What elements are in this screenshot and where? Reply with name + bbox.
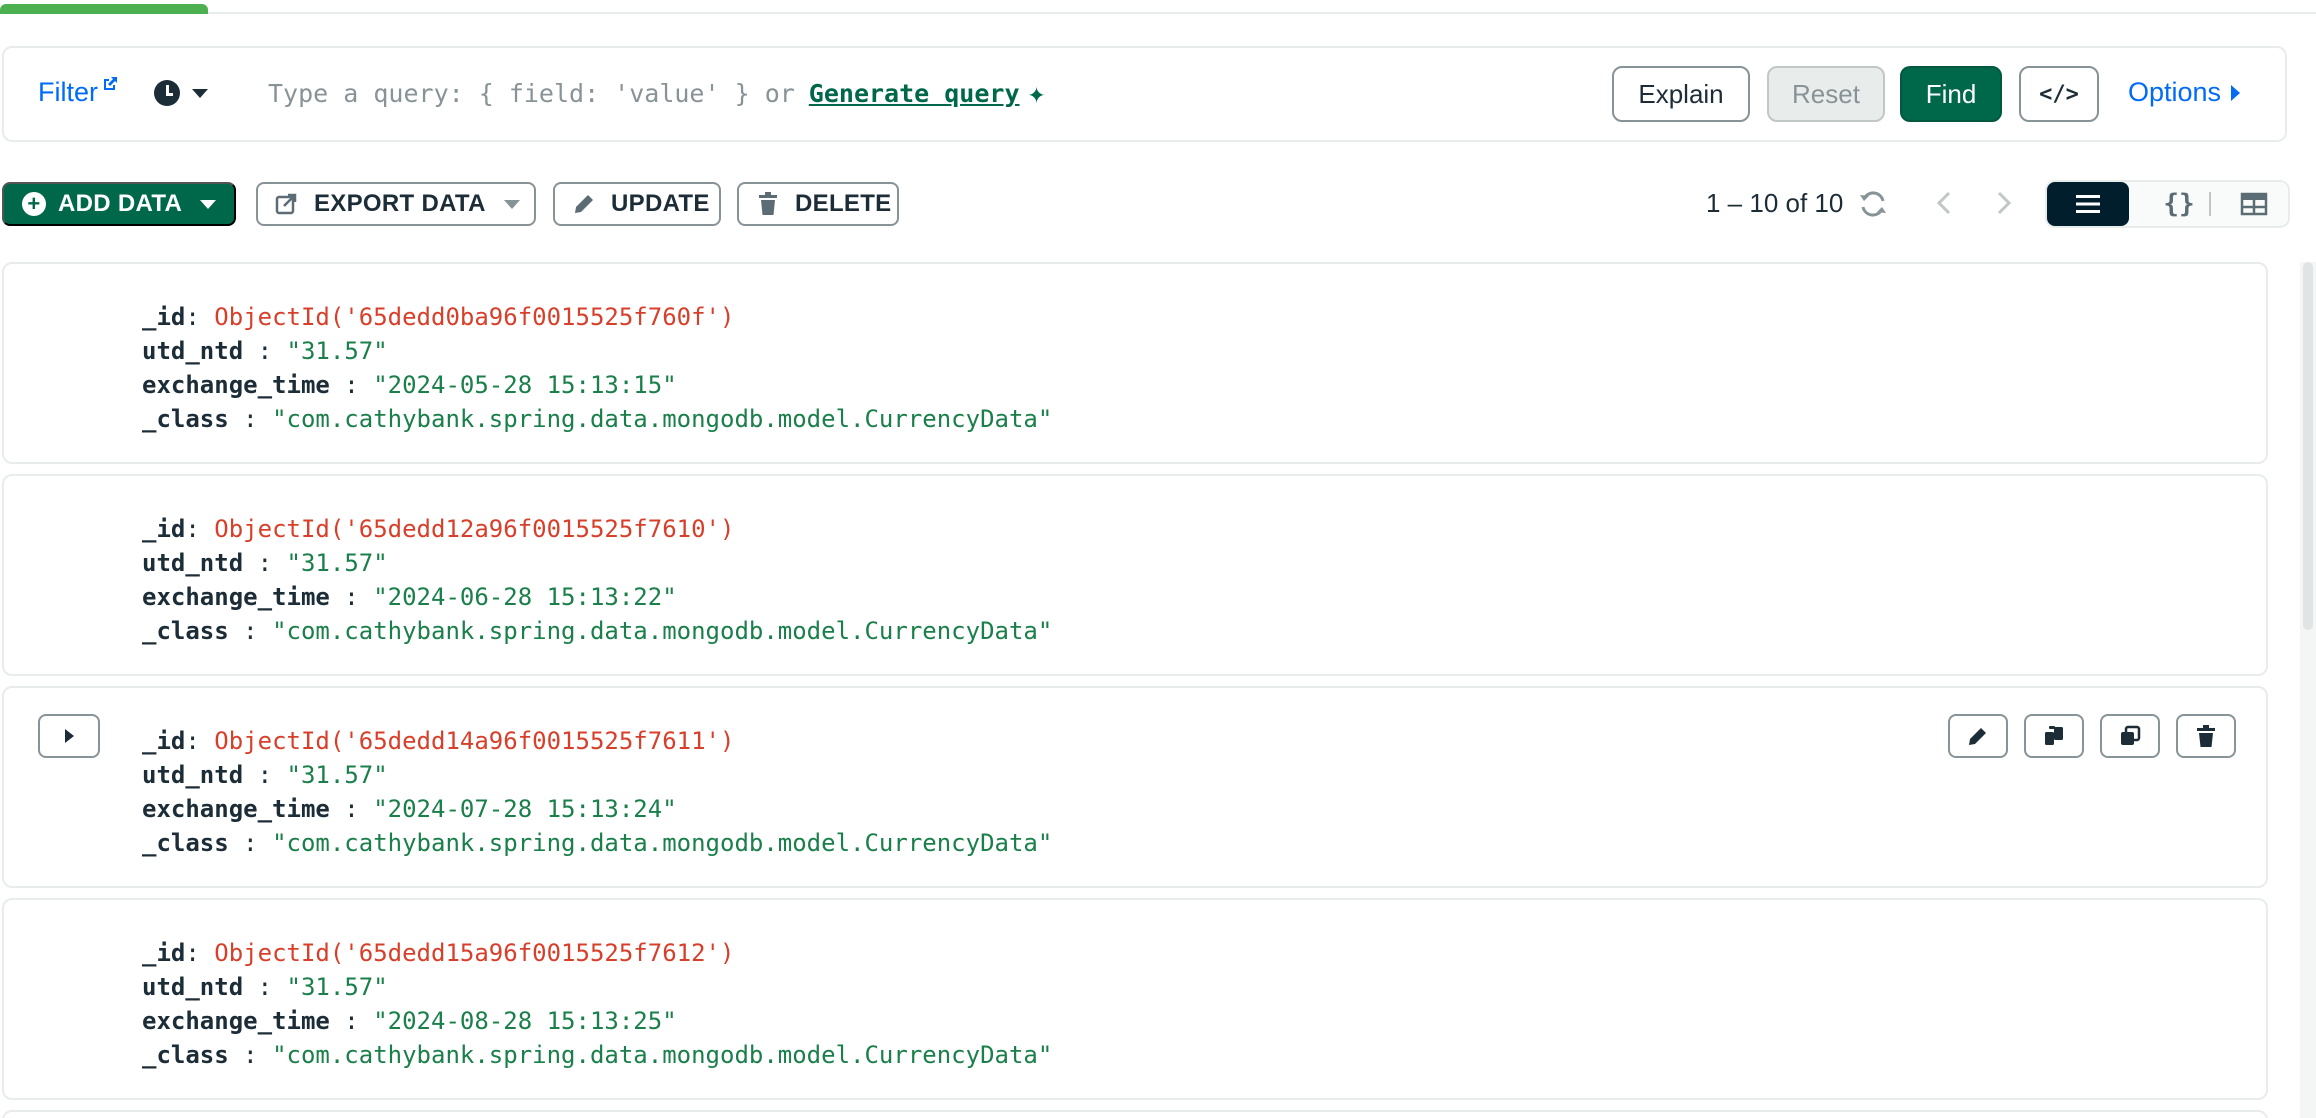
field-id: _id: ObjectId('65dedd14a96f0015525f7611'…: [142, 727, 735, 755]
trash-icon: [759, 192, 777, 215]
delete-document-button[interactable]: [2176, 714, 2236, 758]
add-data-label: ADD DATA: [58, 190, 183, 217]
document-card[interactable]: _id: ObjectId('65dedd12a96f0015525f7610'…: [2, 474, 2268, 676]
triangle-right-icon: [64, 729, 74, 743]
code-view-button[interactable]: </>: [2019, 66, 2099, 122]
field-exchange-time: exchange_time : "2024-05-28 15:13:15": [142, 371, 677, 399]
query-bar: Filter Type a query: { field: 'value' } …: [2, 46, 2287, 142]
query-input[interactable]: Type a query: { field: 'value' } or Gene…: [268, 76, 1046, 111]
active-tab-indicator[interactable]: [0, 4, 208, 14]
clone-icon: [2121, 725, 2141, 745]
field-class: _class : "com.cathybank.spring.data.mong…: [142, 405, 1053, 433]
field-id: _id: ObjectId('65dedd12a96f0015525f7610'…: [142, 515, 735, 543]
export-data-label: EXPORT DATA: [314, 190, 486, 217]
external-link-icon: [104, 77, 117, 90]
json-view-button[interactable]: {}: [2139, 184, 2219, 224]
expand-document-button[interactable]: [38, 714, 100, 758]
chevron-down-icon: [192, 88, 208, 98]
table-icon: [2240, 192, 2268, 216]
chevron-left-icon[interactable]: [1930, 188, 1960, 218]
plus-circle-icon: +: [22, 192, 46, 216]
field-exchange-time: exchange_time : "2024-08-28 15:13:25": [142, 1007, 677, 1035]
view-toggle: {}: [2045, 180, 2290, 228]
sparkle-icon: ✦: [1027, 76, 1046, 111]
pagination-count: 1 – 10 of 10: [1706, 188, 1844, 218]
view-toggle-divider: [2209, 192, 2211, 216]
generate-query-link[interactable]: Generate query: [809, 79, 1020, 108]
document-card[interactable]: _id: ObjectId('65dedd15a96f0015525f7612'…: [2, 898, 2268, 1100]
find-button[interactable]: Find: [1900, 66, 2002, 122]
filter-link[interactable]: Filter: [38, 77, 119, 108]
field-utd-ntd: utd_ntd : "31.57": [142, 761, 388, 789]
update-label: UPDATE: [611, 190, 710, 217]
chevron-down-icon: [503, 199, 520, 209]
refresh-icon[interactable]: [1857, 188, 1889, 220]
table-view-button[interactable]: [2219, 184, 2289, 224]
query-history-button[interactable]: [154, 80, 208, 106]
chevron-right-icon[interactable]: [1988, 188, 2018, 218]
field-utd-ntd: utd_ntd : "31.57": [142, 549, 388, 577]
document-fields: _id: ObjectId('65dedd14a96f0015525f7611'…: [142, 724, 1052, 860]
export-icon: [275, 193, 297, 215]
update-button[interactable]: UPDATE: [553, 182, 721, 226]
document-fields: _id: ObjectId('65dedd15a96f0015525f7612'…: [142, 936, 1052, 1072]
filter-label: Filter: [38, 77, 98, 107]
chevron-down-icon: [200, 199, 217, 209]
document-card-hovered[interactable]: _id: ObjectId('65dedd14a96f0015525f7611'…: [2, 686, 2268, 888]
field-class: _class : "com.cathybank.spring.data.mong…: [142, 829, 1053, 857]
field-exchange-time: exchange_time : "2024-07-28 15:13:24": [142, 795, 677, 823]
add-data-button[interactable]: + ADD DATA: [2, 182, 236, 226]
field-utd-ntd: utd_ntd : "31.57": [142, 973, 388, 1001]
export-data-button[interactable]: EXPORT DATA: [256, 182, 536, 226]
scrollbar-thumb[interactable]: [2303, 262, 2313, 630]
pencil-icon: [575, 195, 593, 213]
document-fields: _id: ObjectId('65dedd12a96f0015525f7610'…: [142, 512, 1052, 648]
clock-icon: [154, 80, 180, 106]
copy-icon: [2045, 726, 2063, 745]
delete-label: DELETE: [795, 190, 892, 217]
field-id: _id: ObjectId('65dedd0ba96f0015525f760f'…: [142, 303, 735, 331]
document-card[interactable]: _id: ObjectId('65dedd0ba96f0015525f760f'…: [2, 262, 2268, 464]
options-toggle[interactable]: Options: [2128, 77, 2241, 108]
caret-right-icon: [2231, 84, 2241, 101]
reset-button[interactable]: Reset: [1767, 66, 1885, 122]
copy-document-button[interactable]: [2024, 714, 2084, 758]
field-class: _class : "com.cathybank.spring.data.mong…: [142, 1041, 1053, 1069]
document-card-partial[interactable]: [2, 1110, 2268, 1118]
documents-toolbar: + ADD DATA EXPORT DATA UPDATE DELETE 1 –…: [0, 180, 2316, 230]
field-id: _id: ObjectId('65dedd15a96f0015525f7612'…: [142, 939, 735, 967]
document-fields: _id: ObjectId('65dedd0ba96f0015525f760f'…: [142, 300, 1052, 436]
pencil-icon: [1969, 728, 1986, 745]
scrollbar[interactable]: [2300, 262, 2316, 1118]
field-class: _class : "com.cathybank.spring.data.mong…: [142, 617, 1053, 645]
document-actions: [1948, 714, 2236, 758]
clone-document-button[interactable]: [2100, 714, 2160, 758]
trash-icon: [2197, 725, 2215, 747]
field-utd-ntd: utd_ntd : "31.57": [142, 337, 388, 365]
options-label: Options: [2128, 77, 2222, 107]
field-exchange-time: exchange_time : "2024-06-28 15:13:22": [142, 583, 677, 611]
explain-button[interactable]: Explain: [1612, 66, 1750, 122]
list-view-button[interactable]: [2047, 182, 2129, 226]
delete-button[interactable]: DELETE: [737, 182, 899, 226]
edit-document-button[interactable]: [1948, 714, 2008, 758]
query-placeholder: Type a query: { field: 'value' } or: [268, 79, 795, 108]
tab-strip: [0, 0, 2316, 14]
list-icon: [2076, 195, 2100, 213]
